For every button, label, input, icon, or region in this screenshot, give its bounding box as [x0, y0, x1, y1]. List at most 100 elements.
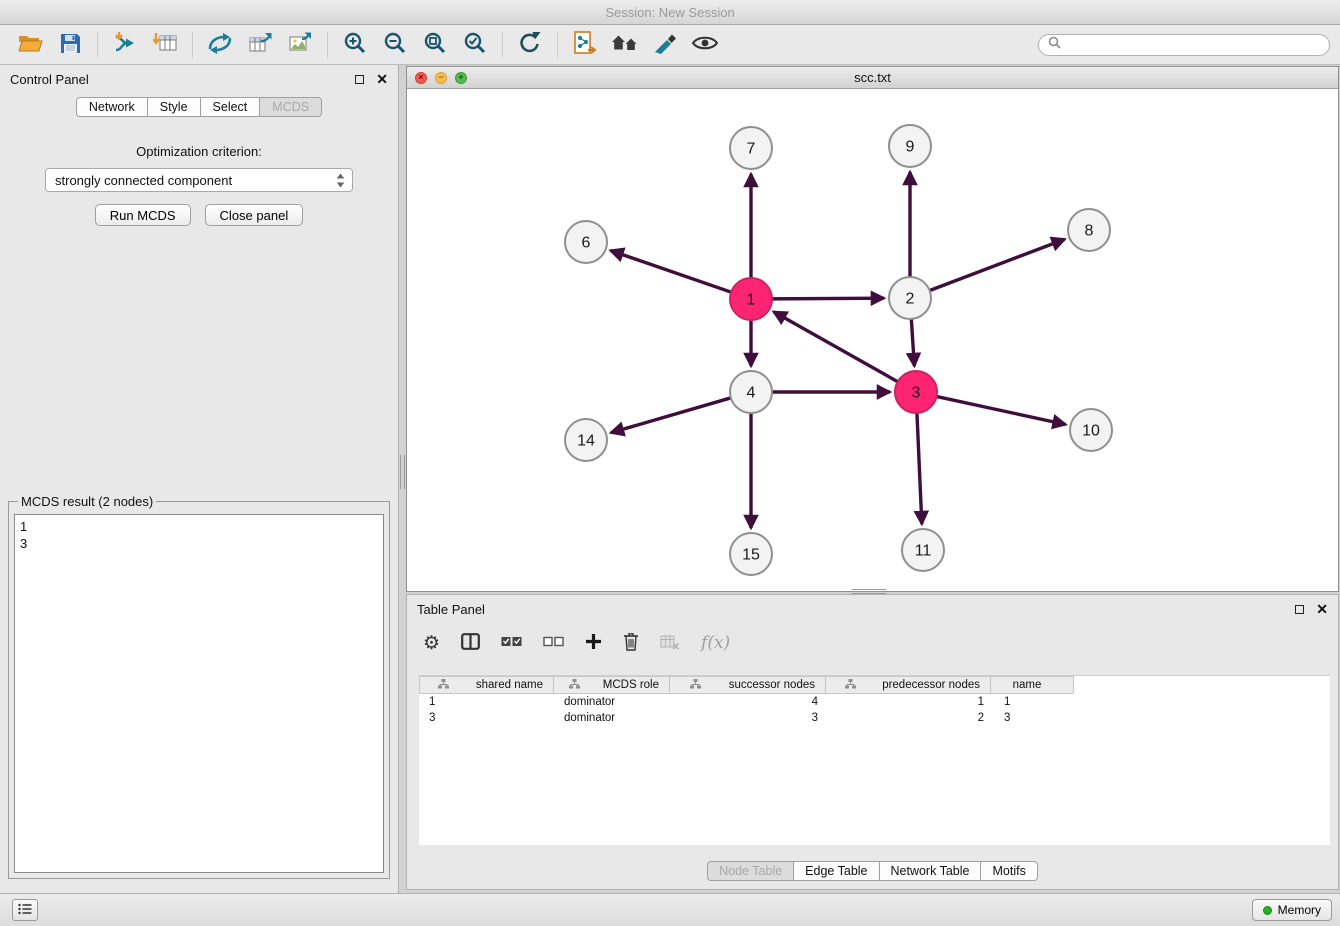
home-button[interactable]: [607, 29, 643, 61]
fx-icon: f(x): [701, 633, 730, 653]
status-bar: Memory: [0, 893, 1340, 926]
table-settings-button[interactable]: ⚙: [421, 630, 442, 656]
graph-edge-4-14[interactable]: [611, 397, 733, 432]
tab-node-table[interactable]: Node Table: [707, 861, 794, 881]
columns-icon: [461, 633, 480, 653]
optimization-select[interactable]: strongly connected component: [45, 168, 353, 192]
table-toolbar: ⚙ f(x): [407, 623, 1338, 663]
zoom-fit-button[interactable]: [417, 29, 453, 61]
graph-edge-3-11[interactable]: [917, 411, 922, 524]
table-row[interactable]: 3dominator323: [419, 710, 1330, 726]
svg-text:15: 15: [742, 547, 760, 564]
zoom-in-button[interactable]: [337, 29, 373, 61]
close-panel-button[interactable]: Close panel: [205, 204, 304, 226]
graph-node-15[interactable]: 15: [730, 533, 772, 575]
export-network-button[interactable]: [202, 29, 238, 61]
graph-node-11[interactable]: 11: [902, 529, 944, 571]
delete-column-button[interactable]: [621, 630, 641, 656]
table-cell: 3: [419, 712, 554, 724]
svg-text:14: 14: [577, 433, 595, 450]
graph-edge-1-2[interactable]: [770, 298, 884, 299]
toolbar-separator: [327, 32, 328, 58]
new-network-from-selection-button[interactable]: [567, 29, 603, 61]
column-header-predecessor-nodes[interactable]: predecessor nodes: [825, 676, 991, 694]
select-spinner-icon: [336, 173, 345, 188]
mcds-result-line: 1: [20, 518, 378, 535]
table-row[interactable]: 1dominator411: [419, 694, 1330, 710]
graph-edge-2-3[interactable]: [911, 317, 914, 366]
tab-network[interactable]: Network: [76, 97, 148, 117]
table-cell: 1: [828, 696, 994, 708]
maximize-window-icon[interactable]: +: [455, 72, 467, 84]
minimize-window-icon[interactable]: −: [435, 72, 447, 84]
save-session-button[interactable]: [52, 29, 88, 61]
graph-node-10[interactable]: 10: [1070, 409, 1112, 451]
graph-node-7[interactable]: 7: [730, 127, 772, 169]
apply-layout-button[interactable]: [512, 29, 548, 61]
float-panel-icon[interactable]: [355, 75, 364, 84]
tab-network-table[interactable]: Network Table: [879, 861, 982, 881]
tab-edge-table[interactable]: Edge Table: [793, 861, 879, 881]
graph-node-9[interactable]: 9: [889, 125, 931, 167]
gear-icon: ⚙: [423, 634, 440, 653]
column-header-shared-name[interactable]: shared name: [419, 676, 554, 694]
run-mcds-button[interactable]: Run MCDS: [95, 204, 191, 226]
graph-edge-1-6[interactable]: [611, 250, 733, 292]
close-window-icon[interactable]: ×: [415, 72, 427, 84]
table-cell: 1: [994, 696, 1078, 708]
import-network-button[interactable]: [107, 29, 143, 61]
zoom-in-icon: [343, 31, 367, 58]
close-panel-icon[interactable]: ✕: [376, 72, 388, 86]
column-header-MCDS-role[interactable]: MCDS role: [553, 676, 670, 694]
network-graph[interactable]: 1 2 3 4 6 7 8 9 10 11 14 15: [407, 89, 1338, 591]
svg-text:7: 7: [747, 141, 756, 158]
export-table-button[interactable]: [242, 29, 278, 61]
tab-select[interactable]: Select: [200, 97, 261, 117]
table-cell: dominator: [554, 696, 671, 708]
tab-mcds[interactable]: MCDS: [259, 97, 322, 117]
graph-edge-2-8[interactable]: [928, 239, 1065, 291]
deselect-all-button[interactable]: [541, 630, 566, 656]
home-icon: [611, 33, 639, 56]
select-all-button[interactable]: [499, 630, 524, 656]
graph-node-2[interactable]: 2: [889, 277, 931, 319]
graph-node-14[interactable]: 14: [565, 419, 607, 461]
close-panel-icon[interactable]: ✕: [1316, 602, 1328, 616]
search-box: [1038, 34, 1330, 56]
search-icon: [1048, 36, 1061, 54]
open-session-button[interactable]: [12, 29, 48, 61]
graph-node-8[interactable]: 8: [1068, 209, 1110, 251]
svg-text:8: 8: [1085, 223, 1094, 240]
graph-node-4[interactable]: 4: [730, 371, 772, 413]
tab-motifs[interactable]: Motifs: [980, 861, 1037, 881]
add-column-button[interactable]: [583, 630, 604, 656]
column-header-successor-nodes[interactable]: successor nodes: [669, 676, 826, 694]
graph-node-6[interactable]: 6: [565, 221, 607, 263]
svg-text:1: 1: [747, 292, 756, 309]
table-hierarchy-icon: [554, 679, 603, 692]
tab-style[interactable]: Style: [147, 97, 201, 117]
zoom-selected-button[interactable]: [457, 29, 493, 61]
style-button[interactable]: [647, 29, 683, 61]
memory-status-icon: [1263, 906, 1272, 915]
float-panel-icon[interactable]: [1295, 605, 1304, 614]
graph-node-3[interactable]: 3: [895, 371, 937, 413]
trash-icon: [623, 632, 639, 654]
zoom-out-icon: [383, 31, 407, 58]
vertical-splitter-handle[interactable]: [400, 455, 405, 489]
control-panel-title: Control Panel: [10, 72, 89, 87]
search-input[interactable]: [1067, 38, 1320, 52]
show-panels-button[interactable]: [12, 899, 38, 921]
graph-edge-3-1[interactable]: [774, 312, 900, 383]
show-columns-button[interactable]: [459, 630, 482, 656]
table-hierarchy-icon: [420, 679, 476, 692]
memory-button[interactable]: Memory: [1252, 899, 1332, 921]
graph-node-1[interactable]: 1: [730, 278, 772, 320]
show-hide-button[interactable]: [687, 29, 723, 61]
import-table-button[interactable]: [147, 29, 183, 61]
graph-edge-3-10[interactable]: [935, 396, 1066, 424]
table-panel-title: Table Panel: [417, 602, 485, 617]
column-header-name[interactable]: name: [990, 676, 1074, 694]
zoom-out-button[interactable]: [377, 29, 413, 61]
export-image-button[interactable]: [282, 29, 318, 61]
